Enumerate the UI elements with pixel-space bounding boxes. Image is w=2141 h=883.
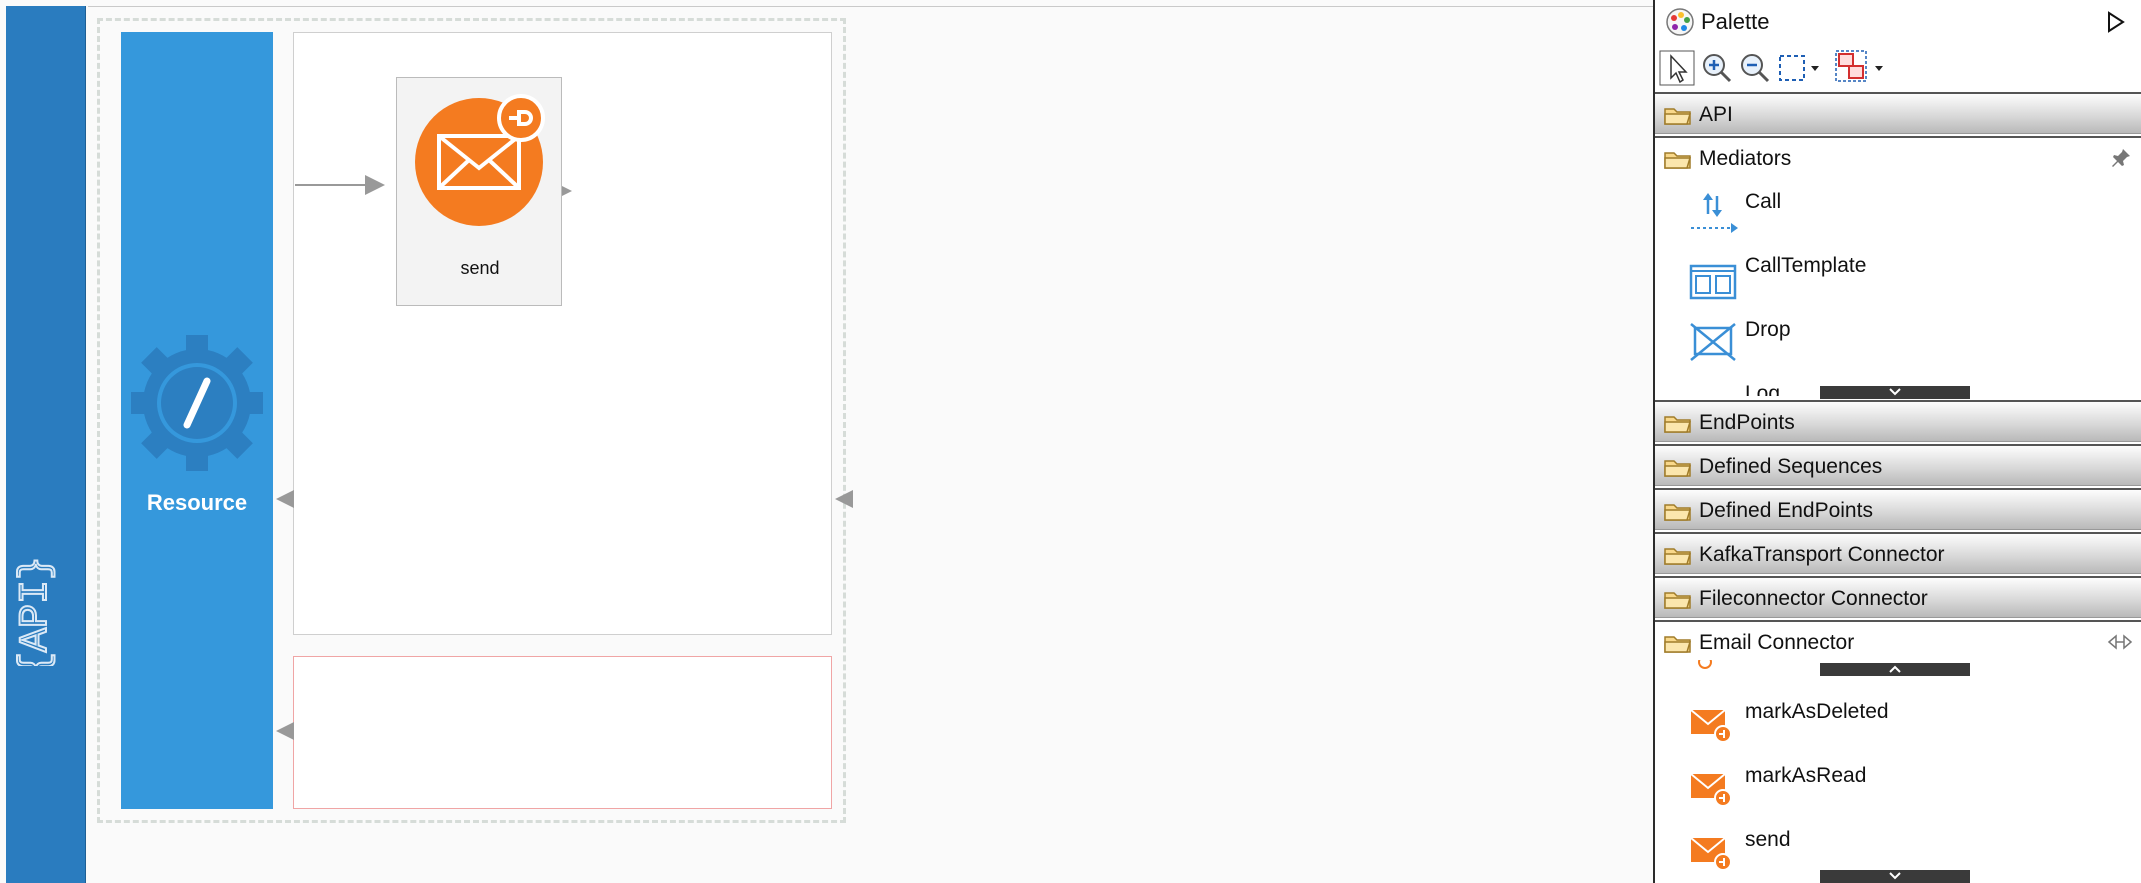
drawer-fileconnector[interactable]: Fileconnector Connector xyxy=(1655,576,2141,618)
connection-tool-icon[interactable] xyxy=(1835,50,1887,86)
chevron-down-icon xyxy=(1889,872,1901,880)
call-template-icon xyxy=(1689,264,1737,300)
item-label: markAsDeleted xyxy=(1745,700,1889,723)
item-label: markAsRead xyxy=(1745,764,1867,787)
chevron-up-icon xyxy=(1889,665,1901,673)
drawer-endpoints[interactable]: EndPoints xyxy=(1655,400,2141,442)
drawer-label: API xyxy=(1699,103,1733,126)
in-sequence-area[interactable] xyxy=(293,32,832,635)
drawer-label: Email Connector xyxy=(1699,631,1855,654)
call-icon xyxy=(1691,193,1738,233)
drawer-api[interactable]: API xyxy=(1655,92,2141,134)
palette-header: Palette xyxy=(1655,0,2141,44)
drawer-label: EndPoints xyxy=(1699,411,1795,434)
scroll-up-button[interactable] xyxy=(1820,663,1970,676)
drawer-label: Mediators xyxy=(1699,147,1792,170)
item-label: CallTemplate xyxy=(1745,254,1867,277)
folder-icon xyxy=(1664,592,1692,609)
drawer-label: KafkaTransport Connector xyxy=(1699,543,1945,566)
zoom-in-icon[interactable] xyxy=(1701,52,1733,84)
folder-icon xyxy=(1664,460,1692,477)
drop-icon xyxy=(1690,323,1736,361)
collapse-palette-icon[interactable] xyxy=(2105,10,2127,34)
chevron-down-icon xyxy=(1889,388,1901,396)
mediator-label: send xyxy=(460,258,500,278)
drawer-label: Defined EndPoints xyxy=(1699,499,1873,522)
drawer-defined-endpoints[interactable]: Defined EndPoints xyxy=(1655,488,2141,530)
email-send-icon xyxy=(415,94,545,226)
return-arrow-icon xyxy=(276,490,294,508)
fault-sequence-area[interactable] xyxy=(293,656,832,809)
palette-icon xyxy=(1666,8,1694,36)
drawer-email-connector[interactable]: Email Connector xyxy=(1655,620,2141,662)
palette-item-markasdeleted[interactable]: markAsDeleted xyxy=(1655,694,2141,754)
email-connector-icon xyxy=(1690,837,1732,871)
restore-icon[interactable] xyxy=(2107,633,2133,651)
folder-open-icon xyxy=(1664,636,1692,653)
drawer-kafka-connector[interactable]: KafkaTransport Connector xyxy=(1655,532,2141,574)
item-label: Log xyxy=(1745,382,1781,396)
email-connector-icon xyxy=(1690,709,1732,743)
return-arrow-icon xyxy=(835,490,853,508)
folder-icon xyxy=(1664,416,1692,433)
drawer-mediators[interactable]: Mediators xyxy=(1655,136,2141,178)
drawer-defined-sequences[interactable]: Defined Sequences xyxy=(1655,444,2141,486)
fault-arrow-icon xyxy=(276,722,294,740)
palette-item-markasread[interactable]: markAsRead xyxy=(1655,758,2141,818)
scroll-down-button[interactable] xyxy=(1820,870,1970,883)
palette-panel[interactable]: Palette API Mediators Call CallTemplate … xyxy=(1653,0,2141,883)
svg-text:{API}: {API} xyxy=(14,556,59,666)
send-mediator[interactable]: send xyxy=(396,77,562,306)
in-arrow-icon xyxy=(295,175,385,195)
palette-item-call[interactable]: Call xyxy=(1655,184,2141,244)
drawer-label: Defined Sequences xyxy=(1699,455,1883,478)
api-strip[interactable]: {API} xyxy=(6,6,86,883)
drawer-label: Fileconnector Connector xyxy=(1699,587,1928,610)
folder-icon xyxy=(1664,548,1692,565)
pin-icon[interactable] xyxy=(2111,146,2133,168)
item-label: Call xyxy=(1745,190,1782,213)
palette-item-calltemplate[interactable]: CallTemplate xyxy=(1655,248,2141,308)
folder-icon xyxy=(1664,504,1692,521)
marquee-tool-icon[interactable] xyxy=(1777,52,1823,84)
gear-icon xyxy=(131,335,263,471)
scroll-down-button[interactable] xyxy=(1820,386,1970,399)
email-connector-icon xyxy=(1690,773,1732,807)
item-label: Drop xyxy=(1745,318,1791,341)
palette-item-drop[interactable]: Drop xyxy=(1655,312,2141,372)
item-label: send xyxy=(1745,828,1791,851)
folder-open-icon xyxy=(1664,152,1692,169)
select-tool-icon[interactable] xyxy=(1659,50,1695,86)
resource-block[interactable]: Resource xyxy=(121,32,273,809)
palette-title: Palette xyxy=(1701,9,1770,34)
folder-icon xyxy=(1664,108,1692,125)
api-logo-icon: {API} xyxy=(13,556,60,666)
palette-toolbar xyxy=(1655,48,2141,90)
resource-label: Resource xyxy=(146,490,248,515)
email-connector-icon xyxy=(1698,660,1712,669)
zoom-out-icon[interactable] xyxy=(1739,52,1771,84)
log-icon xyxy=(1689,382,1739,396)
